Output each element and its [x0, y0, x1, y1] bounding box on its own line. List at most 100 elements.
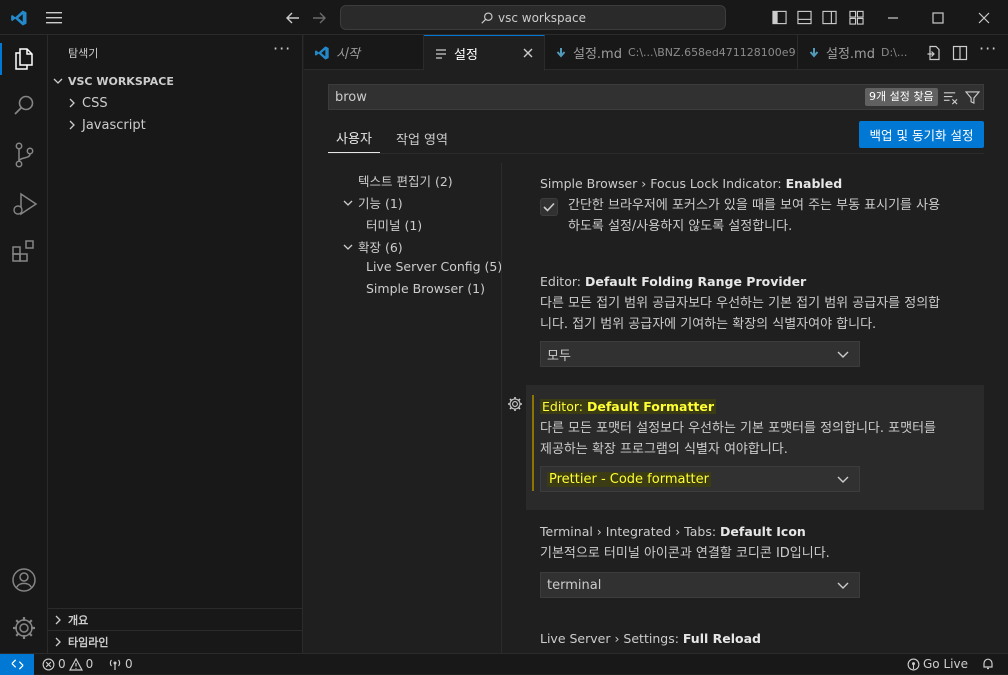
filter-icon[interactable] — [965, 90, 980, 105]
source-control-icon[interactable] — [12, 141, 36, 169]
timeline-label: 타임라인 — [68, 635, 109, 649]
forward-arrow-icon[interactable] — [311, 10, 327, 26]
setting-category: Editor: — [540, 274, 585, 289]
chevron-right-icon — [55, 637, 61, 646]
workspace-name: VSC WORKSPACE — [68, 74, 174, 88]
command-center-search[interactable]: vsc workspace — [340, 5, 726, 30]
desc-line: 하도록 설정/사용하지 않도록 설정합니다. — [568, 219, 793, 234]
maximize-icon[interactable] — [931, 11, 945, 25]
folding-provider-select[interactable]: 모두 — [540, 341, 860, 367]
toc-item-extensions[interactable]: 확장 (6) — [342, 237, 403, 256]
broadcast-icon — [109, 659, 121, 670]
desc-line: 다른 모든 포맷터 설정보다 우선하는 기본 포맷터를 정의합니다. 포맷터를 — [540, 421, 936, 436]
scope-tab-label: 작업 영역 — [396, 132, 448, 148]
tab-markdown-2[interactable]: 설정.md D:\... — [798, 35, 914, 70]
back-arrow-icon[interactable] — [285, 10, 301, 26]
manage-gear-icon[interactable] — [11, 615, 37, 641]
vscode-logo-icon — [11, 10, 27, 26]
error-count: 0 — [58, 657, 66, 671]
setting-gear-icon[interactable] — [507, 396, 523, 412]
search-view-icon[interactable] — [12, 93, 36, 119]
setting-category: Simple Browser › Focus Lock Indicator: — [540, 176, 786, 191]
explorer-icon[interactable] — [12, 46, 36, 72]
ports-indicator[interactable]: 0 — [108, 657, 133, 671]
chevron-down-icon — [343, 200, 353, 206]
folder-label: Javascript — [82, 117, 146, 133]
title-bar: vsc workspace — [0, 0, 1008, 35]
toggle-panel-icon[interactable] — [797, 10, 812, 25]
clear-filter-icon[interactable] — [943, 90, 958, 105]
backup-sync-button[interactable]: 백업 및 동기화 설정 — [859, 121, 984, 148]
more-actions-icon[interactable]: ··· — [273, 39, 291, 58]
workspace-header[interactable]: VSC WORKSPACE — [48, 70, 303, 92]
tab-markdown-1[interactable]: 설정.md C:\...\BNZ.658ed471128100e9 — [545, 35, 798, 70]
scope-tab-workspace[interactable]: 작업 영역 — [384, 123, 460, 153]
tab-welcome[interactable]: 시작 — [304, 35, 424, 70]
broadcast-icon — [907, 658, 920, 670]
go-live-label: Go Live — [923, 657, 968, 671]
desc-line: 다른 모든 접기 범위 공급자보다 우선하는 기본 접기 범위 공급자를 정의합 — [540, 296, 941, 311]
settings-editor-icon — [436, 48, 446, 59]
more-actions-icon[interactable]: ··· — [979, 39, 997, 58]
toc-label: 확장 (6) — [358, 240, 403, 255]
tab-path: D:\... — [880, 46, 908, 59]
toggle-secondary-sidebar-icon[interactable] — [822, 10, 837, 25]
close-tab-icon[interactable] — [522, 47, 534, 59]
setting-description: 다른 모든 접기 범위 공급자보다 우선하는 기본 접기 범위 공급자를 정의합… — [540, 293, 980, 335]
ports-count: 0 — [125, 657, 133, 671]
accounts-icon[interactable] — [11, 567, 37, 593]
toc-item-live-server[interactable]: Live Server Config (5) — [366, 259, 502, 274]
chevron-down-icon — [343, 244, 353, 250]
close-window-icon[interactable] — [977, 11, 991, 25]
split-editor-icon[interactable] — [952, 45, 968, 61]
setting-title: Editor: Default Folding Range Provider — [540, 274, 806, 289]
chevron-right-icon — [69, 98, 75, 108]
modified-indicator — [532, 395, 534, 491]
notifications-bell-icon[interactable] — [981, 657, 995, 671]
setting-checkbox[interactable] — [540, 198, 558, 216]
vscode-logo-icon — [315, 45, 329, 60]
extensions-icon[interactable] — [11, 239, 37, 265]
chevron-right-icon — [55, 615, 61, 624]
remote-indicator[interactable] — [0, 654, 34, 675]
terminal-icon-select[interactable]: terminal — [540, 572, 860, 598]
toc-item-features[interactable]: 기능 (1) — [342, 193, 403, 212]
tab-label: 시작 — [336, 47, 360, 62]
setting-name: Default Formatter — [586, 399, 715, 414]
menu-icon[interactable] — [46, 11, 62, 24]
markdown-icon — [809, 47, 819, 58]
select-value: Prettier - Code formatter — [547, 471, 711, 487]
toc-divider — [501, 163, 502, 653]
chevron-down-icon — [837, 351, 849, 358]
desc-line: 간단한 브라우저에 포커스가 있을 때를 보여 주는 부동 표시기를 사용 — [568, 198, 941, 213]
tab-path: C:\...\BNZ.658ed471128100e9 — [627, 46, 796, 59]
search-icon — [481, 11, 493, 24]
default-formatter-select[interactable]: Prettier - Code formatter — [540, 466, 860, 492]
open-settings-json-icon[interactable] — [926, 45, 942, 61]
problems-indicator[interactable]: 0 0 — [42, 657, 93, 671]
setting-description: 기본적으로 터미널 아이콘과 연결할 코디콘 ID입니다. — [540, 543, 980, 564]
toggle-primary-sidebar-icon[interactable] — [772, 10, 787, 25]
toc-item-simple-browser[interactable]: Simple Browser (1) — [366, 281, 485, 296]
scope-tab-user[interactable]: 사용자 — [328, 123, 380, 153]
chevron-down-icon — [837, 476, 849, 483]
setting-title: Terminal › Integrated › Tabs: Default Ic… — [540, 524, 806, 539]
go-live-button[interactable]: Go Live — [907, 657, 968, 671]
check-icon — [543, 202, 555, 212]
toc-item-text-editor[interactable]: 텍스트 편집기 (2) — [358, 171, 453, 190]
status-bar: 0 0 0 Go Live — [0, 653, 1008, 675]
customize-layout-icon[interactable] — [849, 10, 864, 25]
settings-search-input[interactable]: brow 9개 설정 찾음 — [328, 84, 984, 110]
timeline-section[interactable]: 타임라인 — [48, 630, 303, 652]
folder-javascript[interactable]: Javascript — [48, 114, 303, 136]
warning-icon — [68, 657, 83, 671]
outline-section[interactable]: 개요 — [48, 608, 303, 630]
tab-settings[interactable]: 설정 — [424, 35, 545, 71]
found-count-badge: 9개 설정 찾음 — [865, 88, 938, 106]
toc-item-terminal[interactable]: 터미널 (1) — [366, 215, 422, 234]
run-debug-icon[interactable] — [10, 190, 38, 218]
folder-css[interactable]: CSS — [48, 92, 303, 114]
markdown-icon — [556, 47, 566, 58]
minimize-icon[interactable] — [886, 11, 900, 25]
select-value: terminal — [547, 577, 602, 593]
